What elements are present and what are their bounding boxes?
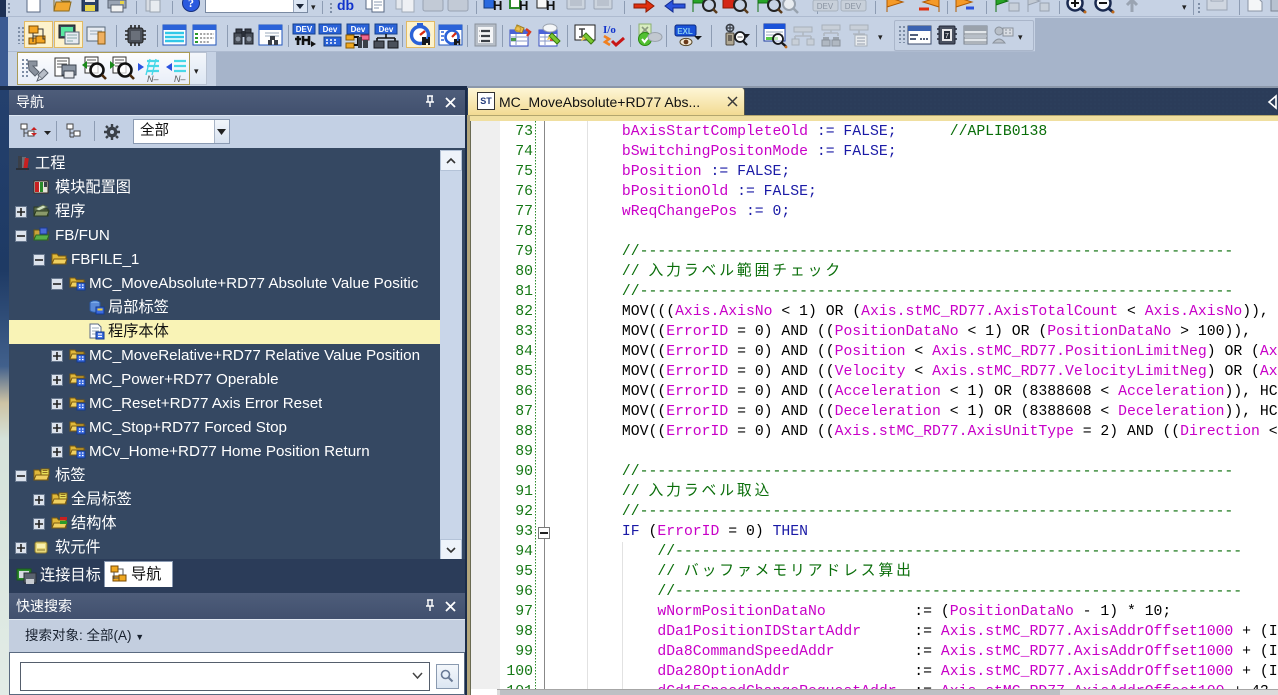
svg-text:Dev: Dev bbox=[323, 25, 338, 34]
svg-text:7: 7 bbox=[945, 33, 949, 40]
svg-text:DEV: DEV bbox=[296, 25, 313, 34]
svg-text:?: ? bbox=[188, 0, 194, 10]
svg-text:H: H bbox=[519, 0, 528, 13]
svg-text:I/o: I/o bbox=[603, 24, 616, 36]
svg-text:N–: N– bbox=[147, 74, 159, 84]
svg-text:EXL: EXL bbox=[677, 27, 693, 36]
svg-text:H: H bbox=[493, 0, 502, 13]
svg-text:H: H bbox=[546, 0, 555, 13]
svg-text:Dev: Dev bbox=[379, 25, 394, 34]
svg-text:DEV: DEV bbox=[845, 2, 862, 11]
svg-text:Dev: Dev bbox=[351, 25, 366, 34]
svg-text:DEV: DEV bbox=[817, 2, 834, 11]
svg-text:db: db bbox=[337, 0, 354, 13]
svg-text:N–: N– bbox=[174, 74, 186, 84]
